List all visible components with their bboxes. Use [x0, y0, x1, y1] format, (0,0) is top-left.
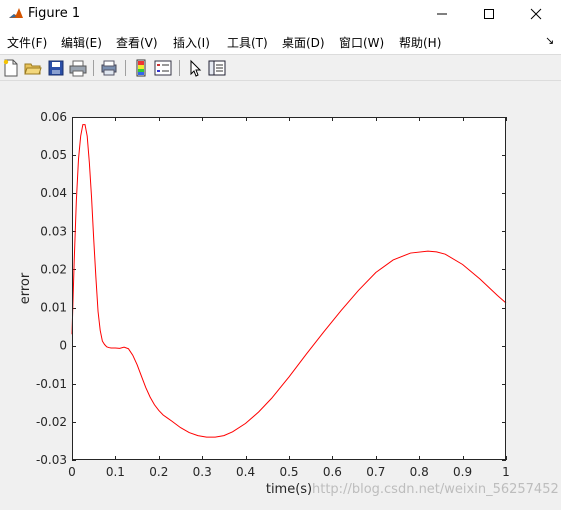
menu-bar: 文件(F) 编辑(E) 查看(V) 插入(I) 工具(T) 桌面(D) 窗口(W…	[0, 28, 561, 54]
menu-overflow-icon[interactable]: ↘	[545, 34, 554, 47]
menu-edit[interactable]: 编辑(E)	[61, 34, 102, 51]
pointer-icon[interactable]	[186, 59, 204, 77]
axes-background	[72, 117, 506, 460]
new-figure-icon[interactable]	[2, 59, 20, 77]
watermark: http://blog.csdn.net/weixin_56257452	[312, 482, 559, 497]
menu-insert[interactable]: 插入(I)	[173, 34, 210, 51]
y-axis-label: error	[18, 272, 33, 304]
x-tick-label: 0.5	[279, 465, 298, 479]
menu-file[interactable]: 文件(F)	[7, 34, 47, 51]
y-tick-label: 0.05	[40, 148, 67, 162]
toolbar-separator	[125, 60, 126, 76]
line-chart: -0.03 -0.02 -0.01 0 0.01 0.02 0.03 0.04 0.05 0.06…	[18, 110, 510, 497]
y-tick-label: 0.04	[40, 186, 67, 200]
x-tick-label: 0.7	[366, 465, 385, 479]
x-tick-label: 1	[502, 465, 510, 479]
minimize-button[interactable]	[419, 0, 465, 28]
print-preview-icon[interactable]	[100, 59, 118, 77]
y-tick-label: 0.01	[40, 301, 67, 315]
figure-canvas: -0.03 -0.02 -0.01 0 0.01 0.02 0.03 0.04 0.05 0.06…	[0, 81, 561, 507]
x-tick-label: 0	[68, 465, 76, 479]
y-tick-label: 0.06	[40, 110, 67, 124]
menu-tools[interactable]: 工具(T)	[227, 34, 268, 51]
x-axis-label: time(s)	[266, 482, 312, 497]
open-file-icon[interactable]	[24, 59, 42, 77]
menu-desktop[interactable]: 桌面(D)	[282, 34, 325, 51]
property-inspector-icon[interactable]	[208, 59, 226, 77]
menu-window[interactable]: 窗口(W)	[339, 34, 384, 51]
y-tick-label: -0.03	[36, 453, 67, 467]
legend-icon[interactable]	[154, 59, 172, 77]
title-bar: Figure 1	[0, 0, 561, 28]
x-tick-label: 0.1	[106, 465, 125, 479]
x-tick-label: 0.9	[453, 465, 472, 479]
colorbar-icon[interactable]	[132, 59, 150, 77]
maximize-button[interactable]	[466, 0, 512, 28]
x-tick-label: 0.4	[236, 465, 255, 479]
y-tick-label: 0.03	[40, 224, 67, 238]
toolbar-separator	[179, 60, 180, 76]
window-title: Figure 1	[28, 6, 81, 21]
save-icon[interactable]	[47, 59, 65, 77]
minimize-icon	[437, 13, 447, 15]
close-icon	[530, 8, 542, 20]
y-tick-label: -0.01	[36, 377, 67, 391]
print-icon[interactable]	[69, 59, 87, 77]
menu-view[interactable]: 查看(V)	[116, 34, 158, 51]
menu-help[interactable]: 帮助(H)	[399, 34, 441, 51]
x-tick-label: 0.8	[410, 465, 429, 479]
y-tick-label: -0.02	[36, 415, 67, 429]
toolbar-separator	[93, 60, 94, 76]
maximize-icon	[484, 9, 494, 19]
close-button[interactable]	[513, 0, 559, 28]
x-tick-label: 0.6	[323, 465, 342, 479]
x-tick-label: 0.2	[149, 465, 168, 479]
toolbar	[0, 54, 561, 81]
y-tick-label: 0	[59, 339, 67, 353]
y-tick-label: 0.02	[40, 262, 67, 276]
x-tick-label: 0.3	[193, 465, 212, 479]
matlab-logo-icon	[8, 6, 24, 22]
